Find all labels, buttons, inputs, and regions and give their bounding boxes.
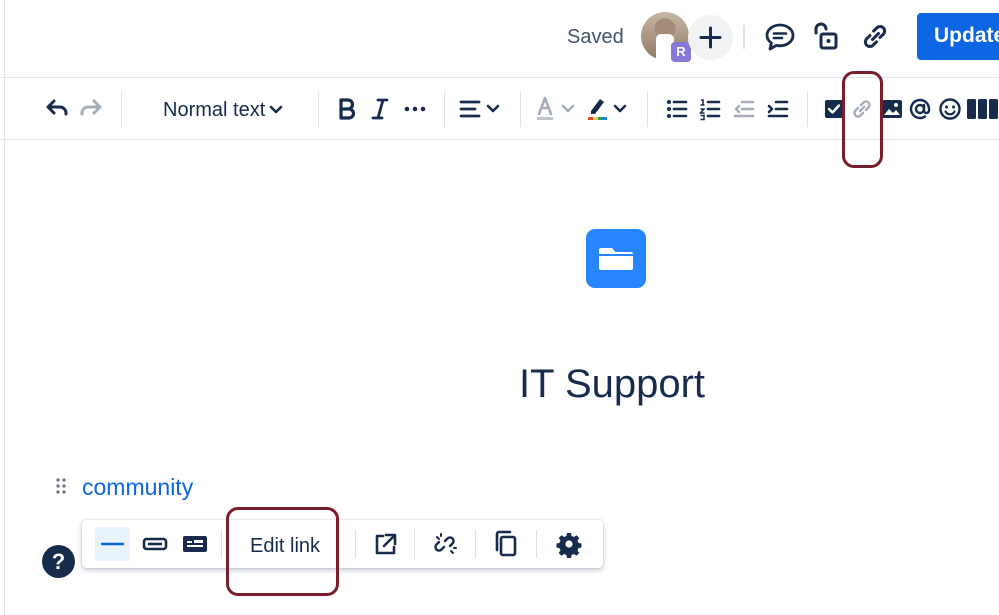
unlink-icon[interactable] <box>430 520 460 568</box>
settings-gear-icon[interactable] <box>554 520 584 568</box>
top-divider <box>743 25 745 49</box>
link-floating-toolbar: Edit link <box>82 520 603 568</box>
help-button[interactable]: ? <box>42 545 75 578</box>
add-collaborator-button[interactable] <box>688 15 733 60</box>
toolbar-divider <box>807 91 808 127</box>
outdent-icon[interactable] <box>732 97 756 121</box>
highlight-icon[interactable] <box>585 94 631 124</box>
italic-icon[interactable] <box>370 97 390 121</box>
toolbar-divider <box>318 91 319 127</box>
copy-link-icon[interactable] <box>859 22 891 52</box>
community-link[interactable]: community <box>82 474 193 501</box>
more-formatting-icon[interactable] <box>403 103 427 115</box>
chevron-down-icon <box>269 105 283 114</box>
block-card-icon[interactable] <box>180 520 210 568</box>
page-title[interactable]: IT Support <box>519 362 705 407</box>
editor-page: Saved R Update Normal text IT Support co… <box>0 0 999 615</box>
emoji-icon[interactable] <box>938 97 962 121</box>
folder-icon <box>599 248 633 270</box>
edit-link-highlight <box>226 507 339 596</box>
page-icon[interactable] <box>586 229 646 288</box>
image-icon[interactable] <box>881 99 903 119</box>
redo-icon[interactable] <box>78 97 104 121</box>
plus-icon <box>699 26 722 49</box>
avatar[interactable]: R <box>641 12 691 62</box>
indent-icon[interactable] <box>766 97 790 121</box>
unlock-icon[interactable] <box>811 21 839 51</box>
text-color-icon[interactable] <box>534 95 578 123</box>
toolbar-divider <box>444 91 445 127</box>
comment-icon[interactable] <box>764 22 796 52</box>
link-icon-highlight <box>842 71 883 168</box>
task-icon[interactable] <box>824 99 844 119</box>
toolbar-divider <box>520 91 521 127</box>
toolbar-divider <box>647 91 648 127</box>
top-bar: Saved R Update <box>0 0 999 78</box>
open-link-icon[interactable] <box>370 520 400 568</box>
numbered-list-icon[interactable] <box>698 97 722 121</box>
inline-card-icon[interactable] <box>140 520 170 568</box>
copy-icon[interactable] <box>491 520 521 568</box>
layout-icon[interactable] <box>966 98 999 120</box>
undo-icon[interactable] <box>44 97 70 121</box>
link-toolbar-divider <box>536 530 537 558</box>
link-toolbar-divider <box>355 530 356 558</box>
link-toolbar-divider <box>475 530 476 558</box>
mention-icon[interactable] <box>908 97 932 121</box>
toolbar-divider <box>121 91 122 127</box>
save-status: Saved <box>567 26 624 48</box>
bullet-list-icon[interactable] <box>665 97 689 121</box>
display-url-button[interactable] <box>95 527 130 561</box>
bold-icon[interactable] <box>336 97 358 121</box>
link-toolbar-divider <box>221 530 222 558</box>
text-style-value: Normal text <box>163 99 266 121</box>
drag-handle-icon[interactable] <box>55 477 67 495</box>
update-button[interactable]: Update <box>917 13 999 60</box>
align-icon[interactable] <box>459 98 503 120</box>
url-display-icon <box>100 542 125 546</box>
link-toolbar-divider <box>414 530 415 558</box>
